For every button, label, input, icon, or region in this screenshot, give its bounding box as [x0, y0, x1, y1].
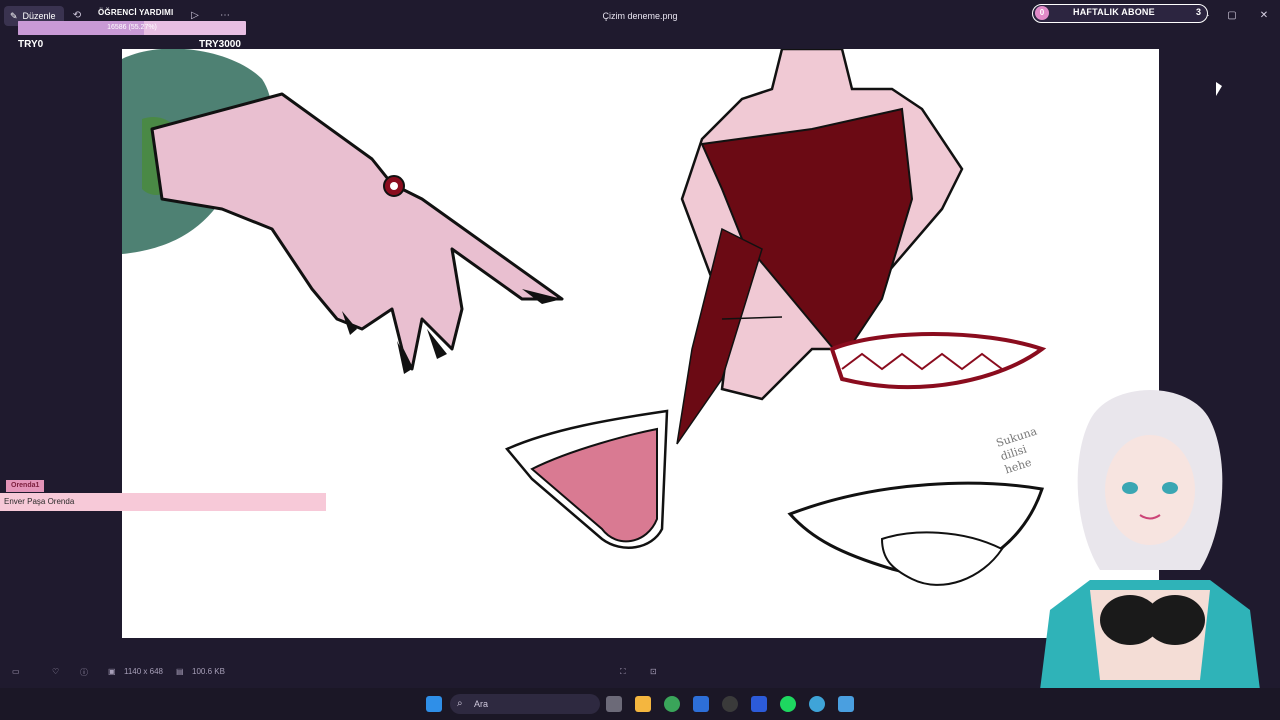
file-explorer-icon[interactable]: [635, 696, 651, 712]
start-icon[interactable]: [426, 696, 442, 712]
sub-count-start: 0: [1035, 6, 1049, 20]
goal-min-label: TRY0: [18, 39, 44, 50]
actual-size-icon[interactable]: ⊡: [650, 667, 657, 676]
filmstrip-icon[interactable]: ▭: [12, 667, 20, 676]
info-icon[interactable]: ⓘ: [80, 667, 88, 678]
obs-icon[interactable]: [722, 696, 738, 712]
edit-label: Düzenle: [22, 11, 56, 21]
photos-icon[interactable]: [838, 696, 854, 712]
fit-to-window-icon[interactable]: ⛶: [620, 667, 626, 677]
file-title: Çizim deneme.png: [602, 11, 678, 21]
vtuber-avatar: [1040, 390, 1260, 690]
chrome-icon[interactable]: [664, 696, 680, 712]
favorite-icon[interactable]: ♡: [52, 667, 59, 676]
search-placeholder: Ara: [474, 699, 489, 709]
dimensions-icon: ▣: [108, 667, 116, 676]
file-size-icon: ▤: [176, 667, 184, 676]
close-icon[interactable]: ✕: [1256, 9, 1272, 23]
taskbar-search[interactable]: [450, 694, 600, 714]
maximize-icon[interactable]: ▢: [1224, 9, 1240, 23]
weekly-subscriber-widget: 0 HAFTALIK ABONE 3: [1032, 4, 1208, 23]
vtube-studio-icon[interactable]: [751, 696, 767, 712]
chat-message: Enver Paşa Orenda: [0, 493, 326, 511]
task-view-icon[interactable]: [606, 696, 622, 712]
search-icon: ⌕: [457, 698, 463, 709]
image-dimensions: 1140 x 648: [124, 667, 163, 676]
settings-app-icon[interactable]: [693, 696, 709, 712]
sub-label: HAFTALIK ABONE: [1073, 7, 1155, 17]
goal-progress-bar: 16586 (55.27%): [18, 21, 246, 35]
mouse-cursor-icon: [1216, 82, 1222, 96]
spotify-icon[interactable]: [780, 696, 796, 712]
drawing-artwork: [122, 49, 1047, 586]
sub-count-goal: 3: [1195, 7, 1201, 17]
file-size: 100.6 KB: [192, 667, 225, 676]
student-help-label: ÖĞRENCİ YARDIMI: [98, 8, 174, 17]
image-canvas[interactable]: [122, 49, 1159, 638]
edit-icon: ✎: [10, 10, 18, 21]
goal-progress-text: 16586 (55.27%): [107, 24, 157, 31]
edge-icon[interactable]: [809, 696, 825, 712]
chat-username: Orenda1: [6, 480, 45, 492]
